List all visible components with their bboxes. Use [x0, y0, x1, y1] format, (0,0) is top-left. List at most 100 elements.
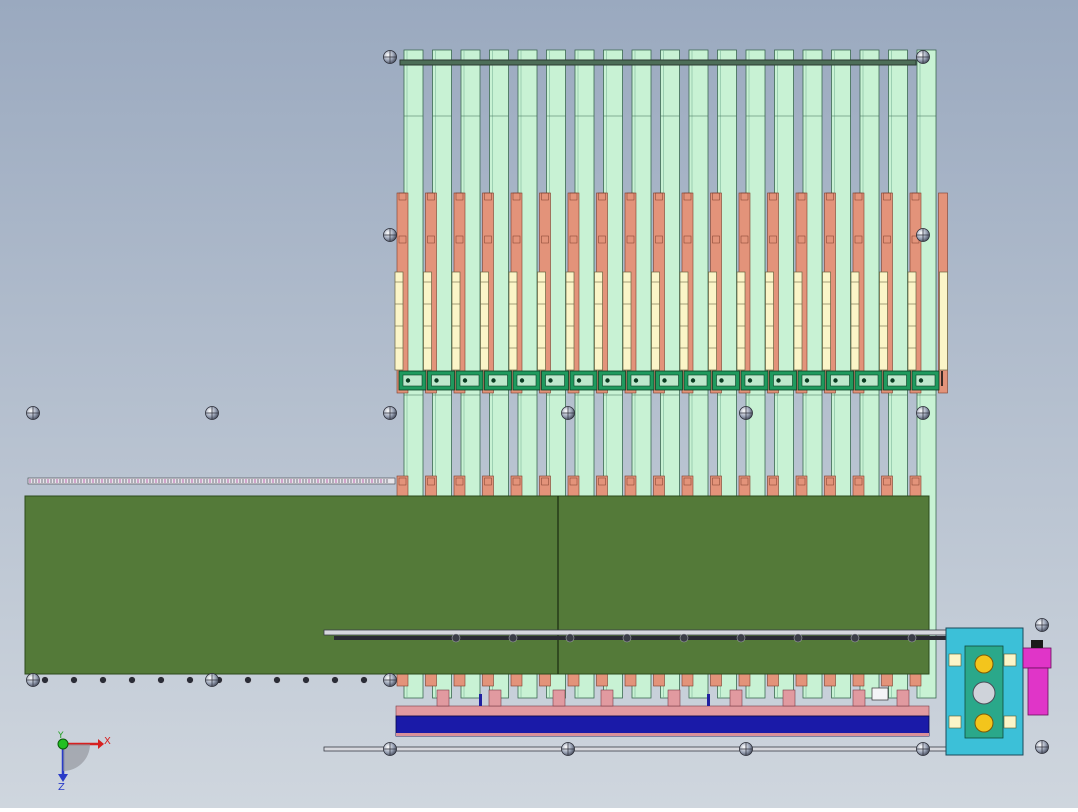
base-plate-left [24, 495, 559, 675]
bracket-7 [782, 689, 796, 707]
clamp-row [398, 370, 940, 391]
cad-viewport[interactable]: X Y Z [0, 0, 1078, 808]
cylinder-1 [394, 271, 404, 371]
cylinder-18 [879, 271, 888, 371]
blue-beam-edge [396, 733, 929, 736]
pad-lower-19 [909, 475, 922, 497]
pad-lower-18 [881, 475, 893, 497]
clamp-bolt-12 [719, 378, 724, 383]
pad-bottom-3 [453, 673, 466, 687]
motor-body [1027, 667, 1049, 716]
cylinder-9 [622, 271, 632, 371]
bracket-3 [552, 689, 566, 707]
rail-roller-3 [565, 633, 575, 643]
clamp-bolt-5 [519, 378, 525, 383]
base-bolt-5 [157, 676, 165, 684]
clamp-bolt-13 [747, 378, 753, 383]
cylinder-4 [480, 271, 489, 371]
pad-bottom-5 [510, 673, 523, 687]
pad-bottom-17 [852, 673, 865, 687]
rail-roller-5 [679, 633, 689, 643]
pad-bottom-16 [824, 673, 836, 687]
bracket-pin-b [707, 694, 710, 706]
cylinder-8 [594, 271, 603, 371]
pad-lower-8 [596, 475, 608, 497]
pad-bottom-19 [909, 673, 922, 687]
pad-lower-5 [510, 475, 523, 497]
pad-bottom-8 [596, 673, 608, 687]
base-bolt-10 [302, 676, 310, 684]
pad-bottom-10 [653, 673, 665, 687]
cylinder-15 [793, 271, 803, 371]
guide-rail-lower [323, 746, 947, 752]
pad-lower-10 [653, 475, 665, 497]
z-axis-label: Z [58, 782, 65, 793]
clamp-bolt-17 [861, 378, 867, 383]
rail-roller-2 [508, 633, 518, 643]
bracket-strip [395, 705, 930, 717]
bracket-5 [667, 689, 681, 707]
pad-lower-16 [824, 475, 836, 497]
bracket-9 [896, 689, 910, 707]
clamp-bolt-4 [491, 378, 496, 383]
cylinder-16 [822, 271, 831, 371]
base-plate-group [24, 495, 930, 675]
cylinder-10 [651, 271, 660, 371]
pad-bottom-11 [681, 673, 694, 687]
drive-block-2 [1003, 653, 1017, 667]
pad-lower-2 [425, 475, 437, 497]
base-bolt-8 [244, 676, 252, 684]
cylinder-12 [708, 271, 717, 371]
pad-lower-7 [567, 475, 580, 497]
pad-bottom-1 [396, 673, 409, 687]
clamp-bolt-7 [576, 378, 582, 383]
drive-shaft [972, 681, 996, 705]
rail-roller-7 [793, 633, 803, 643]
motor-connector [1031, 640, 1043, 648]
drive-gear-top [974, 654, 994, 674]
base-plate-right [557, 495, 930, 675]
rail-roller-6 [736, 633, 746, 643]
pad-bottom-6 [539, 673, 551, 687]
drive-block-3 [948, 715, 962, 729]
drive-block-4 [1003, 715, 1017, 729]
y-axis-label: Y [57, 731, 64, 741]
bracket-8 [852, 689, 866, 707]
clamp-bolt-6 [548, 378, 553, 383]
clamp-bolt-9 [633, 378, 639, 383]
cylinder-2 [423, 271, 432, 371]
clamp-bolt-19 [918, 378, 924, 383]
pad-lower-14 [767, 475, 779, 497]
pad-lower-6 [539, 475, 551, 497]
pad-lower-12 [710, 475, 722, 497]
base-bolt-3 [99, 676, 107, 684]
pad-bottom-15 [795, 673, 808, 687]
motor-head [1022, 647, 1052, 669]
drive-block-1 [948, 653, 962, 667]
clamp-bolt-16 [833, 378, 838, 383]
clamp-bolt-1 [405, 378, 411, 383]
pad-lower-15 [795, 475, 808, 497]
pad-bottom-4 [482, 673, 494, 687]
base-bolt-11 [331, 676, 339, 684]
cylinder-end [939, 271, 948, 371]
base-bolt-12 [360, 676, 368, 684]
clamp-bolt-11 [690, 378, 696, 383]
clamp-bolt-15 [804, 378, 810, 383]
pad-lower-4 [482, 475, 494, 497]
rail-roller-1 [451, 633, 461, 643]
base-bolt-1 [41, 676, 49, 684]
bracket-4 [600, 689, 614, 707]
pad-lower-3 [453, 475, 466, 497]
pad-bottom-14 [767, 673, 779, 687]
clamp-bolt-18 [890, 378, 895, 383]
clamp-bolt-8 [605, 378, 610, 383]
cylinder-6 [537, 271, 546, 371]
pad-bottom-9 [624, 673, 637, 687]
guide-rail-upper [323, 629, 947, 636]
cad-drawing[interactable]: X Y Z [0, 0, 1078, 808]
viewport-background [0, 0, 1078, 808]
clamp-bolt-10 [662, 378, 667, 383]
cylinder-5 [508, 271, 518, 371]
pad-bottom-18 [881, 673, 893, 687]
